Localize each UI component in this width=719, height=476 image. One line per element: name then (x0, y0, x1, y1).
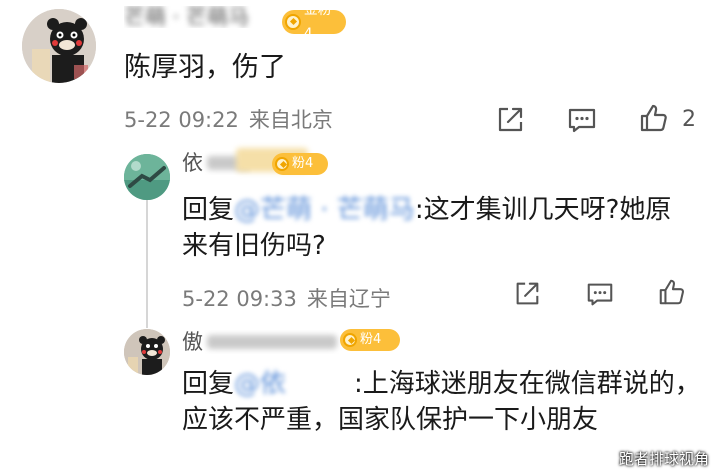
comment-thread: 芒萌 · 芒萌马 金粉4 陈厚羽，伤了 5-22 09:22 来自北京 2 依 … (0, 0, 719, 476)
coin-icon (275, 157, 289, 171)
like-button[interactable] (638, 102, 670, 134)
share-icon (516, 282, 539, 305)
fan-badge[interactable]: 金粉4 (282, 2, 346, 42)
reply-avatar[interactable] (124, 329, 170, 375)
comment-button[interactable] (585, 279, 615, 309)
share-button[interactable] (512, 279, 542, 309)
like-button[interactable] (657, 277, 687, 307)
fan-badge[interactable]: 粉4 (340, 329, 400, 351)
fan-badge[interactable]: 粉4 (272, 153, 328, 175)
coin-icon (285, 14, 301, 30)
reply-author[interactable]: 傲 (182, 330, 342, 354)
reply-author-name: 依 (182, 151, 203, 175)
comment-button[interactable] (566, 104, 598, 136)
reply-prefix: 回复 (182, 369, 235, 399)
thread-line (146, 198, 148, 328)
mention-link[interactable]: @依 (234, 366, 354, 402)
reply-prefix: 回复 (182, 195, 235, 225)
reply-text: 回复@依:上海球迷朋友在微信群说的，应该不严重，国家队保护一下小朋友 (182, 366, 702, 438)
share-button[interactable] (494, 104, 526, 136)
fan-badge-label: 粉4 (360, 332, 382, 347)
comment-author[interactable]: 芒萌 · 芒萌马 (124, 6, 274, 28)
comment-icon (568, 108, 596, 133)
fan-badge-label: 粉4 (292, 156, 314, 171)
reply-time: 5-22 09:33 (182, 287, 297, 311)
comment-author-name: 芒萌 · 芒萌马 (124, 6, 250, 28)
comment-time: 5-22 09:22 (124, 108, 239, 132)
like-count: 2 (682, 107, 696, 132)
fan-badge-label: 金粉4 (303, 2, 332, 42)
reply-location: 来自辽宁 (306, 287, 391, 311)
reply-author-name: 傲 (182, 330, 203, 354)
avatar[interactable] (22, 9, 96, 83)
green-landscape-avatar-icon (124, 154, 170, 200)
comment-meta: 5-22 09:22 来自北京 (124, 107, 333, 133)
share-icon (498, 107, 523, 132)
reply-meta: 5-22 09:33 来自辽宁 (182, 286, 391, 312)
mention-link[interactable]: @芒萌 · 芒萌马 (234, 192, 415, 228)
redacted-name (207, 335, 337, 349)
watermark: 跑者排球视角 (618, 450, 709, 468)
like-icon (659, 279, 684, 305)
reply-text: 回复@芒萌 · 芒萌马:这才集训几天呀?她原来有旧伤吗? (182, 192, 682, 264)
like-icon (640, 104, 667, 132)
reply-avatar[interactable] (124, 154, 170, 200)
cartoon-bear-avatar-icon (124, 329, 170, 375)
comment-text: 陈厚羽，伤了 (124, 52, 286, 83)
comment-icon (587, 283, 613, 306)
coin-icon (343, 333, 357, 347)
comment-location: 来自北京 (248, 108, 333, 132)
cartoon-bear-avatar-icon (22, 9, 96, 83)
